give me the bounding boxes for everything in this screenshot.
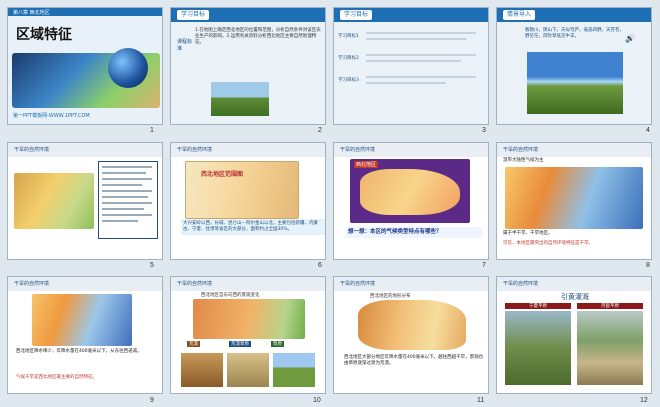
landscape-label-2: 荒漠草原 bbox=[229, 341, 251, 347]
section-tag: 学习目标 bbox=[177, 10, 210, 20]
slide-sorter: { "slides": [ {"num":"1","chapter":"第八章 … bbox=[0, 0, 660, 407]
body-text: 1.在地图上确定西北地区的位置和范围，分析自然条件对该区农业生产的影响。2.运用… bbox=[195, 28, 321, 45]
slide-thumbnail-5[interactable]: 干旱的自然环境 bbox=[7, 142, 163, 260]
slide-number-4: 4 bbox=[646, 127, 650, 134]
question-text: 想一想：本区的气候类型特点有哪些？ bbox=[346, 227, 482, 238]
precipitation-map bbox=[32, 294, 132, 346]
slide-title: 区域特征 bbox=[16, 27, 72, 43]
map-title: 西北地区自东向西的景观变化 bbox=[201, 293, 260, 298]
body-text: 大兴安岭以西，长城、昆仑山—阿尔金山以北，主要包括新疆、内蒙古、宁夏、甘肃等省区… bbox=[181, 219, 325, 235]
section-header: 干旱的自然环境 bbox=[177, 147, 213, 153]
slide-thumbnail-7[interactable]: 干旱的自然环境 西北地区 想一想：本区的气候类型特点有哪些？ bbox=[333, 142, 489, 260]
slide-thumbnail-8[interactable]: 干旱的自然环境 温带大陆性气候为主 属于半干旱、干旱地区。 可见，本地区最突出的… bbox=[496, 142, 652, 260]
map-title: 西北地区的地形分布 bbox=[370, 294, 411, 299]
map-title: 西北地区 bbox=[354, 161, 379, 168]
photo-label-2: 河套平原 bbox=[577, 303, 643, 309]
slide-thumbnail-12[interactable]: 干旱的自然环境 引黄灌溉 宁夏平原 河套平原 bbox=[496, 276, 652, 394]
bottom-text: 属于半干旱、干旱地区。 bbox=[503, 231, 553, 236]
globe-image bbox=[108, 48, 148, 88]
slide-number-7: 7 bbox=[482, 262, 486, 269]
text-box bbox=[98, 161, 158, 239]
slide-number-1: 1 bbox=[150, 127, 154, 134]
lead-label: 课程标准 bbox=[177, 39, 193, 52]
section-header: 干旱的自然环境 bbox=[14, 147, 50, 153]
slide-title: 引黄灌溉 bbox=[561, 293, 589, 301]
conclusion-text: 可见，本地区最突出的自然环境特征是干旱。 bbox=[503, 241, 593, 246]
goal-row-3: 学习目标3 bbox=[338, 78, 359, 83]
map-title: 西北地区范围图 bbox=[201, 171, 244, 178]
body-text: 西北地区大部分地区年降水量在400毫米以下，越往西越干旱，景观也由草原逐渐过渡为… bbox=[344, 355, 484, 366]
terrain-map bbox=[358, 300, 466, 350]
slide-thumbnail-9[interactable]: 干旱的自然环境 西北地区降水稀少，年降水量在400毫米以下，从东往西递减。 气候… bbox=[7, 276, 163, 394]
section-header: 干旱的自然环境 bbox=[340, 147, 376, 153]
goal-row-2: 学习目标2 bbox=[338, 56, 359, 61]
section-header: 干旱的自然环境 bbox=[340, 281, 376, 287]
photo-label-1: 宁夏平原 bbox=[505, 303, 571, 309]
section-header: 干旱的自然环境 bbox=[503, 147, 539, 153]
section-tag: 情景导入 bbox=[503, 10, 536, 20]
terrain-map bbox=[14, 173, 94, 229]
slide-thumbnail-6[interactable]: 干旱的自然环境 西北地区范围图 大兴安岭以西，长城、昆仑山—阿尔金山以北，主要包… bbox=[170, 142, 326, 260]
photo-3 bbox=[273, 353, 315, 387]
goal-row-1: 学习目标1 bbox=[338, 34, 359, 39]
climate-map bbox=[505, 167, 643, 229]
slide-number-11: 11 bbox=[477, 397, 485, 404]
slide-number-6: 6 bbox=[318, 262, 322, 269]
slide-number-9: 9 bbox=[150, 397, 154, 404]
landscape-label-1: 草原 bbox=[271, 341, 284, 347]
slide-number-3: 3 bbox=[482, 127, 486, 134]
speaker-icon: 🔊 bbox=[625, 34, 635, 43]
slide-thumbnail-2[interactable]: 学习目标 课程标准 1.在地图上确定西北地区的位置和范围，分析自然条件对该区农业… bbox=[170, 7, 326, 125]
chapter-label: 第八章 西北地区 bbox=[13, 10, 50, 16]
section-tag: 学习目标 bbox=[340, 10, 373, 20]
slide-number-8: 8 bbox=[646, 262, 650, 269]
body-text: 西北地区降水稀少，年降水量在400毫米以下，从东往西递减。 bbox=[16, 349, 142, 354]
top-text: 温带大陆性气候为主 bbox=[503, 158, 544, 163]
slide-thumbnail-4[interactable]: 情景导入 敕勒川，阴山下。天似穹庐，笼盖四野。天苍苍，野茫茫，风吹草低见牛羊。 … bbox=[496, 7, 652, 125]
purple-region-map bbox=[350, 159, 470, 223]
section-header: 干旱的自然环境 bbox=[14, 281, 50, 287]
slide-number-10: 10 bbox=[313, 397, 321, 404]
slide-number-2: 2 bbox=[318, 127, 322, 134]
slide-thumbnail-10[interactable]: 干旱的自然环境 西北地区自东向西的景观变化 草原 荒漠草原 荒漠 bbox=[170, 276, 326, 394]
landscape-label-3: 荒漠 bbox=[187, 341, 200, 347]
irrigation-photo-1 bbox=[505, 311, 571, 385]
section-header: 干旱的自然环境 bbox=[503, 281, 539, 287]
slide-thumbnail-3[interactable]: 学习目标 学习目标1 学习目标2 学习目标3 bbox=[333, 7, 489, 125]
landscape-map bbox=[193, 299, 305, 339]
slide-thumbnail-11[interactable]: 干旱的自然环境 西北地区的地形分布 西北地区大部分地区年降水量在400毫米以下，… bbox=[333, 276, 489, 394]
photo-2 bbox=[227, 353, 269, 387]
slide-number-12: 12 bbox=[640, 397, 648, 404]
slide-thumbnail-1[interactable]: 第八章 西北地区 区域特征 第一PPT模板网-WWW.1PPT.COM bbox=[7, 7, 163, 125]
conclusion-text: 气候干旱是西北地区最主要的自然特征。 bbox=[16, 375, 97, 380]
poem-text: 敕勒川，阴山下。天似穹庐，笼盖四野。天苍苍，野茫茫，风吹草低见牛羊。 bbox=[525, 28, 624, 39]
footer-text: 第一PPT模板网-WWW.1PPT.COM bbox=[13, 113, 90, 119]
photo-1 bbox=[181, 353, 223, 387]
steppe-photo bbox=[527, 52, 623, 114]
section-header: 干旱的自然环境 bbox=[177, 281, 213, 287]
grassland-photo bbox=[211, 82, 269, 116]
slide-number-5: 5 bbox=[150, 262, 154, 269]
irrigation-photo-2 bbox=[577, 311, 643, 385]
